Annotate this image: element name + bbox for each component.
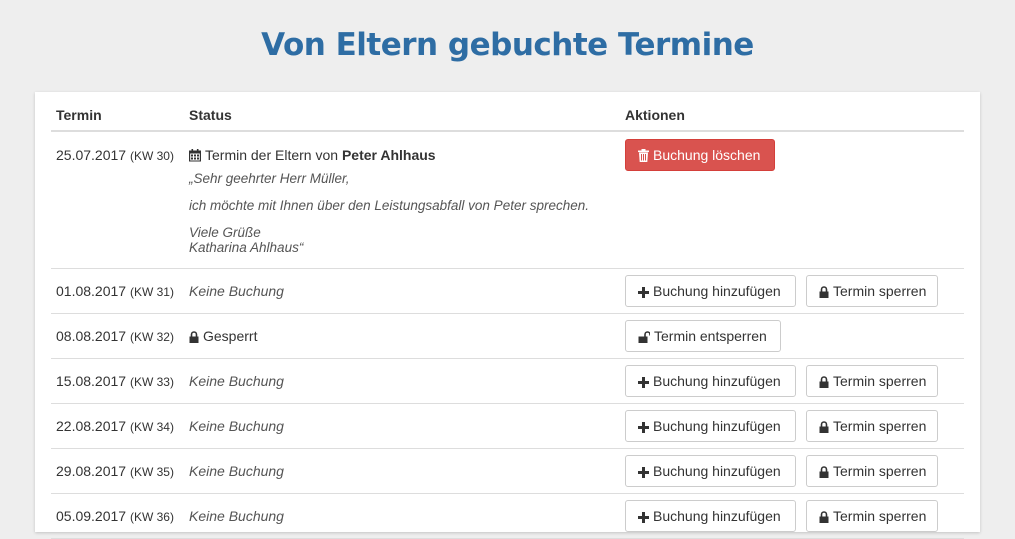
appointments-card: Termin Status Aktionen 25.07.2017 (KW 30… (35, 92, 980, 539)
row-status: Keine Buchung (189, 373, 284, 389)
add-booking-label: Buchung hinzufügen (653, 283, 781, 299)
lock-icon (819, 278, 829, 308)
add-booking-button[interactable]: Buchung hinzufügen (625, 410, 796, 442)
add-booking-button[interactable]: Buchung hinzufügen (625, 500, 796, 532)
add-booking-button[interactable]: Buchung hinzufügen (625, 455, 796, 487)
add-booking-label: Buchung hinzufügen (653, 508, 781, 524)
add-booking-label: Buchung hinzufügen (653, 418, 781, 434)
plus-icon (638, 458, 649, 488)
row-date: 08.08.2017 (56, 328, 127, 344)
row-status-cell: Gesperrt (189, 328, 257, 346)
row-date: 25.07.2017 (56, 147, 127, 163)
row-date-cell: 25.07.2017 (KW 30) (56, 147, 174, 163)
lock-slot-button[interactable]: Termin sperren (806, 410, 938, 442)
lock-slot-label: Termin sperren (833, 418, 927, 434)
lock-slot-label: Termin sperren (833, 508, 927, 524)
message-line: „Sehr geehrter Herr Müller, (189, 171, 350, 186)
plus-icon (638, 503, 649, 533)
header-status: Status (189, 107, 232, 123)
calendar-icon (189, 149, 201, 165)
add-booking-label: Buchung hinzufügen (653, 463, 781, 479)
message-line: Katharina Ahlhaus“ (189, 240, 304, 255)
table-row: 15.08.2017 (KW 33) Keine Buchung Buchung… (51, 359, 964, 404)
row-status: Keine Buchung (189, 463, 284, 479)
table-row: 08.08.2017 (KW 32) Gesperrt Termin entsp… (51, 314, 964, 359)
lock-slot-button[interactable]: Termin sperren (806, 500, 938, 532)
row-date: 29.08.2017 (56, 463, 127, 479)
plus-icon (638, 368, 649, 398)
row-kw: (KW 31) (129, 285, 174, 299)
row-date: 15.08.2017 (56, 373, 127, 389)
row-kw: (KW 33) (129, 375, 174, 389)
appointments-table: Termin Status Aktionen 25.07.2017 (KW 30… (51, 92, 964, 539)
table-row: 01.08.2017 (KW 31) Keine Buchung Buchung… (51, 269, 964, 314)
row-kw: (KW 32) (129, 330, 174, 344)
message-line: Viele Grüße (189, 225, 261, 240)
row-date-cell: 29.08.2017 (KW 35) (56, 463, 174, 479)
lock-slot-label: Termin sperren (833, 373, 927, 389)
row-date-cell: 05.09.2017 (KW 36) (56, 508, 174, 524)
delete-booking-label: Buchung löschen (653, 147, 761, 163)
table-row: 25.07.2017 (KW 30) Termin der Eltern von… (51, 132, 964, 269)
trash-icon (638, 142, 649, 172)
header-termin: Termin (56, 107, 102, 123)
row-status: Keine Buchung (189, 283, 284, 299)
add-booking-button[interactable]: Buchung hinzufügen (625, 275, 796, 307)
message-line: ich möchte mit Ihnen über den Leistungsa… (189, 198, 589, 213)
lock-icon (819, 458, 829, 488)
table-header: Termin Status Aktionen (51, 92, 964, 132)
unlock-icon (638, 323, 651, 353)
add-booking-label: Buchung hinzufügen (653, 373, 781, 389)
row-date-cell: 08.08.2017 (KW 32) (56, 328, 174, 344)
unlock-slot-button[interactable]: Termin entsperren (625, 320, 781, 352)
page-title: Von Eltern gebuchte Termine (261, 27, 754, 63)
row-date-cell: 22.08.2017 (KW 34) (56, 418, 174, 434)
row-date-cell: 01.08.2017 (KW 31) (56, 283, 174, 299)
row-status-cell: Termin der Eltern von Peter Ahlhaus „Seh… (189, 147, 619, 255)
header-aktionen: Aktionen (625, 107, 685, 123)
row-kw: (KW 30) (129, 149, 174, 163)
status-prefix: Termin der Eltern von (205, 147, 339, 163)
plus-icon (638, 413, 649, 443)
row-kw: (KW 35) (129, 465, 174, 479)
table-row: 05.09.2017 (KW 36) Keine Buchung Buchung… (51, 494, 964, 539)
row-date-cell: 15.08.2017 (KW 33) (56, 373, 174, 389)
parent-message: „Sehr geehrter Herr Müller, ich möchte m… (189, 171, 619, 255)
plus-icon (638, 278, 649, 308)
row-status: Keine Buchung (189, 508, 284, 524)
table-row: 22.08.2017 (KW 34) Keine Buchung Buchung… (51, 404, 964, 449)
lock-slot-label: Termin sperren (833, 463, 927, 479)
row-kw: (KW 34) (129, 420, 174, 434)
lock-icon (189, 330, 199, 346)
table-row: 29.08.2017 (KW 35) Keine Buchung Buchung… (51, 449, 964, 494)
row-kw: (KW 36) (129, 510, 174, 524)
row-status: Keine Buchung (189, 418, 284, 434)
lock-slot-button[interactable]: Termin sperren (806, 455, 938, 487)
lock-icon (819, 503, 829, 533)
lock-icon (819, 368, 829, 398)
delete-booking-button[interactable]: Buchung löschen (625, 139, 775, 171)
row-date: 22.08.2017 (56, 418, 127, 434)
lock-slot-button[interactable]: Termin sperren (806, 365, 938, 397)
lock-slot-button[interactable]: Termin sperren (806, 275, 938, 307)
unlock-slot-label: Termin entsperren (654, 328, 767, 344)
row-date: 05.09.2017 (56, 508, 127, 524)
row-date: 01.08.2017 (56, 283, 127, 299)
lock-icon (819, 413, 829, 443)
parent-name: Peter Ahlhaus (341, 147, 436, 163)
row-status: Gesperrt (203, 328, 258, 344)
lock-slot-label: Termin sperren (833, 283, 927, 299)
add-booking-button[interactable]: Buchung hinzufügen (625, 365, 796, 397)
